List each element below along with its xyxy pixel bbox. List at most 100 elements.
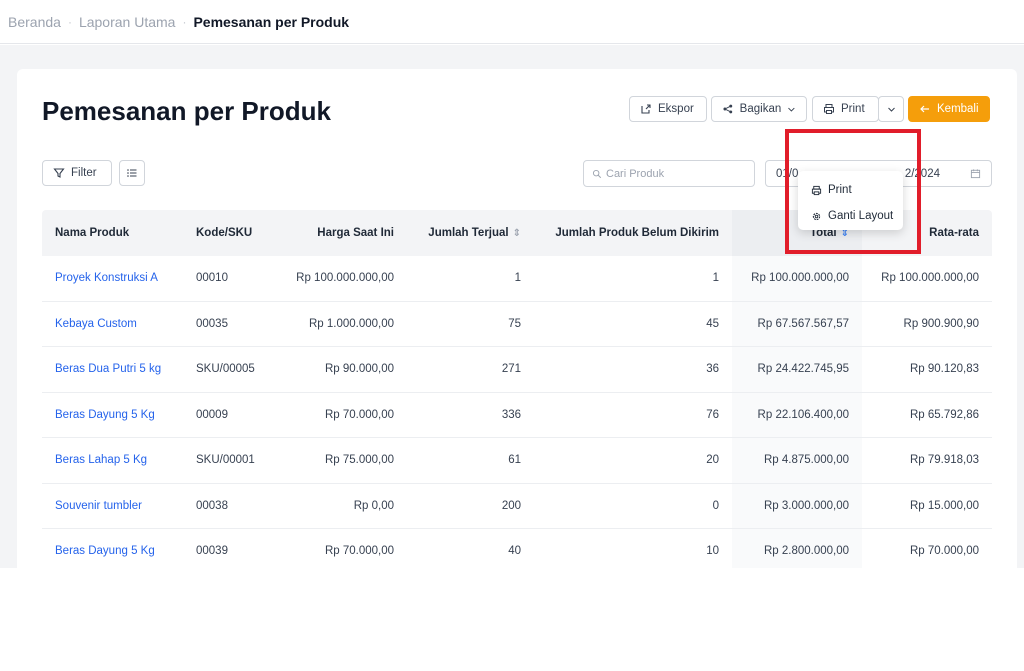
product-link[interactable]: Kebaya Custom [55,318,137,330]
cell-qty-sold: 200 [407,484,534,529]
cell-product-name[interactable]: Souvenir tumbler [42,484,183,529]
highlight-box [785,129,921,254]
cell-average: Rp 15.000,00 [862,484,992,529]
print-button[interactable]: Print [812,96,879,122]
product-link[interactable]: Beras Dayung 5 Kg [55,409,155,421]
cell-qty-sold: 40 [407,529,534,568]
cell-value: 00010 [196,272,228,285]
cell-sku: 00035 [183,302,283,347]
product-link[interactable]: Proyek Konstruksi A [55,272,158,284]
cell-sku: 00039 [183,529,283,568]
table-row: Kebaya Custom 00035 Rp 1.000.000,00 75 45 Rp … [42,301,992,347]
cell-total: Rp 22.106.400,00 [732,392,862,437]
share-button[interactable]: Bagikan [711,96,807,122]
cell-value: 00035 [196,317,228,330]
cell-qty-unshipped: 1 [534,256,732,301]
cell-product-name[interactable]: Beras Dayung 5 Kg [42,393,183,438]
cell-sku: 00009 [183,393,283,438]
cell-value: Rp 100.000.000,00 [296,272,394,285]
export-label: Ekspor [658,103,694,115]
product-link[interactable]: Beras Dua Putri 5 kg [55,363,161,375]
search-placeholder: Cari Produk [606,167,665,180]
calendar-icon [970,169,981,179]
content-area: Pemesanan per Produk Ekspor Bagikan Prin… [0,45,1024,568]
cell-value: 200 [501,499,521,512]
breadcrumb-separator: · [67,14,72,29]
cell-value: 75 [508,317,521,330]
cell-total: Rp 4.875.000,00 [732,438,862,483]
cell-value: Rp 4.875.000,00 [763,454,849,467]
breadcrumb-home[interactable]: Beranda [8,14,61,30]
cell-value: Rp 15.000,00 [909,499,979,512]
cell-product-name[interactable]: Beras Lahap 5 Kg [42,438,183,483]
header-qty-sold[interactable]: Jumlah Terjual ⇕ [407,210,534,256]
cell-product-name[interactable]: Beras Dua Putri 5 kg [42,347,183,392]
cell-value: 00039 [196,545,228,558]
cell-value: Rp 70.000,00 [909,545,979,558]
cell-average: Rp 900.900,90 [862,302,992,347]
cell-current-price: Rp 70.000,00 [283,529,407,568]
cell-qty-sold: 271 [407,347,534,392]
print-label: Print [841,103,865,115]
list-icon [127,169,137,177]
cell-value: Rp 3.000.000,00 [763,499,849,512]
breadcrumb-parent[interactable]: Laporan Utama [79,14,176,30]
export-icon [641,104,651,114]
cell-value: Rp 79.918,03 [909,454,979,467]
cell-qty-sold: 1 [407,256,534,301]
cell-value: Rp 70.000,00 [324,408,394,421]
column-settings-button[interactable] [119,160,145,186]
cell-product-name[interactable]: Proyek Konstruksi A [42,256,183,301]
back-button[interactable]: Kembali [908,96,990,122]
print-options-toggle[interactable] [878,96,904,122]
filter-button[interactable]: Filter [42,160,112,186]
cell-value: 0 [712,499,719,512]
table-row: Souvenir tumbler 00038 Rp 0,00 200 0 Rp 3.000… [42,483,992,529]
filter-icon [53,168,65,178]
cell-value: Rp 0,00 [353,499,394,512]
cell-value: Rp 900.900,90 [903,317,979,330]
cell-product-name[interactable]: Kebaya Custom [42,302,183,347]
cell-value: SKU/00005 [196,363,255,376]
header-sku[interactable]: Kode/SKU [183,210,283,256]
cell-current-price: Rp 0,00 [283,484,407,529]
table-row: Beras Lahap 5 Kg SKU/00001 Rp 75.000,00 61 2… [42,438,992,484]
product-orders-table: Nama Produk Kode/SKU Harga Saat Ini Juml… [42,210,992,568]
header-qty-unshipped[interactable]: Jumlah Produk Belum Dikirim [534,210,732,256]
page-title: Pemesanan per Produk [42,96,331,126]
cell-average: Rp 65.792,86 [862,393,992,438]
cell-value: Rp 24.422.745,95 [757,363,849,376]
breadcrumb-separator: · [182,14,187,29]
cell-value: Rp 2.800.000,00 [763,545,849,558]
table-body: Proyek Konstruksi A 00010 Rp 100.000.000,0… [42,256,992,568]
filter-label: Filter [71,167,97,179]
cell-value: 1 [712,272,719,285]
search-input[interactable]: Cari Produk [583,160,755,187]
cell-total: Rp 100.000.000,00 [732,256,862,301]
sort-icon[interactable]: ⇕ [513,228,521,239]
cell-value: Rp 75.000,00 [324,454,394,467]
header-current-price[interactable]: Harga Saat Ini [283,210,407,256]
cell-value: Rp 67.567.567,57 [757,317,849,330]
arrow-left-icon [920,105,929,113]
breadcrumb-current: Pemesanan per Produk [193,13,350,30]
cell-average: Rp 100.000.000,00 [862,256,992,301]
product-link[interactable]: Beras Dayung 5 Kg [55,545,155,557]
cell-value: Rp 1.000.000,00 [308,317,394,330]
cell-current-price: Rp 1.000.000,00 [283,302,407,347]
cell-qty-sold: 75 [407,302,534,347]
header-product-name[interactable]: Nama Produk [42,210,183,256]
cell-product-name[interactable]: Beras Dayung 5 Kg [42,529,183,568]
cell-value: Rp 70.000,00 [324,545,394,558]
cell-value: Rp 90.120,83 [909,363,979,376]
cell-value: Rp 22.106.400,00 [757,408,849,421]
export-button[interactable]: Ekspor [629,96,707,122]
cell-value: Rp 90.000,00 [324,363,394,376]
product-link[interactable]: Beras Lahap 5 Kg [55,454,147,466]
cell-value: 00038 [196,499,228,512]
breadcrumb: Beranda · Laporan Utama · Pemesanan per … [0,0,1024,44]
cell-sku: 00038 [183,484,283,529]
product-link[interactable]: Souvenir tumbler [55,500,142,512]
cell-value: 36 [706,363,719,376]
cell-sku: SKU/00001 [183,438,283,483]
